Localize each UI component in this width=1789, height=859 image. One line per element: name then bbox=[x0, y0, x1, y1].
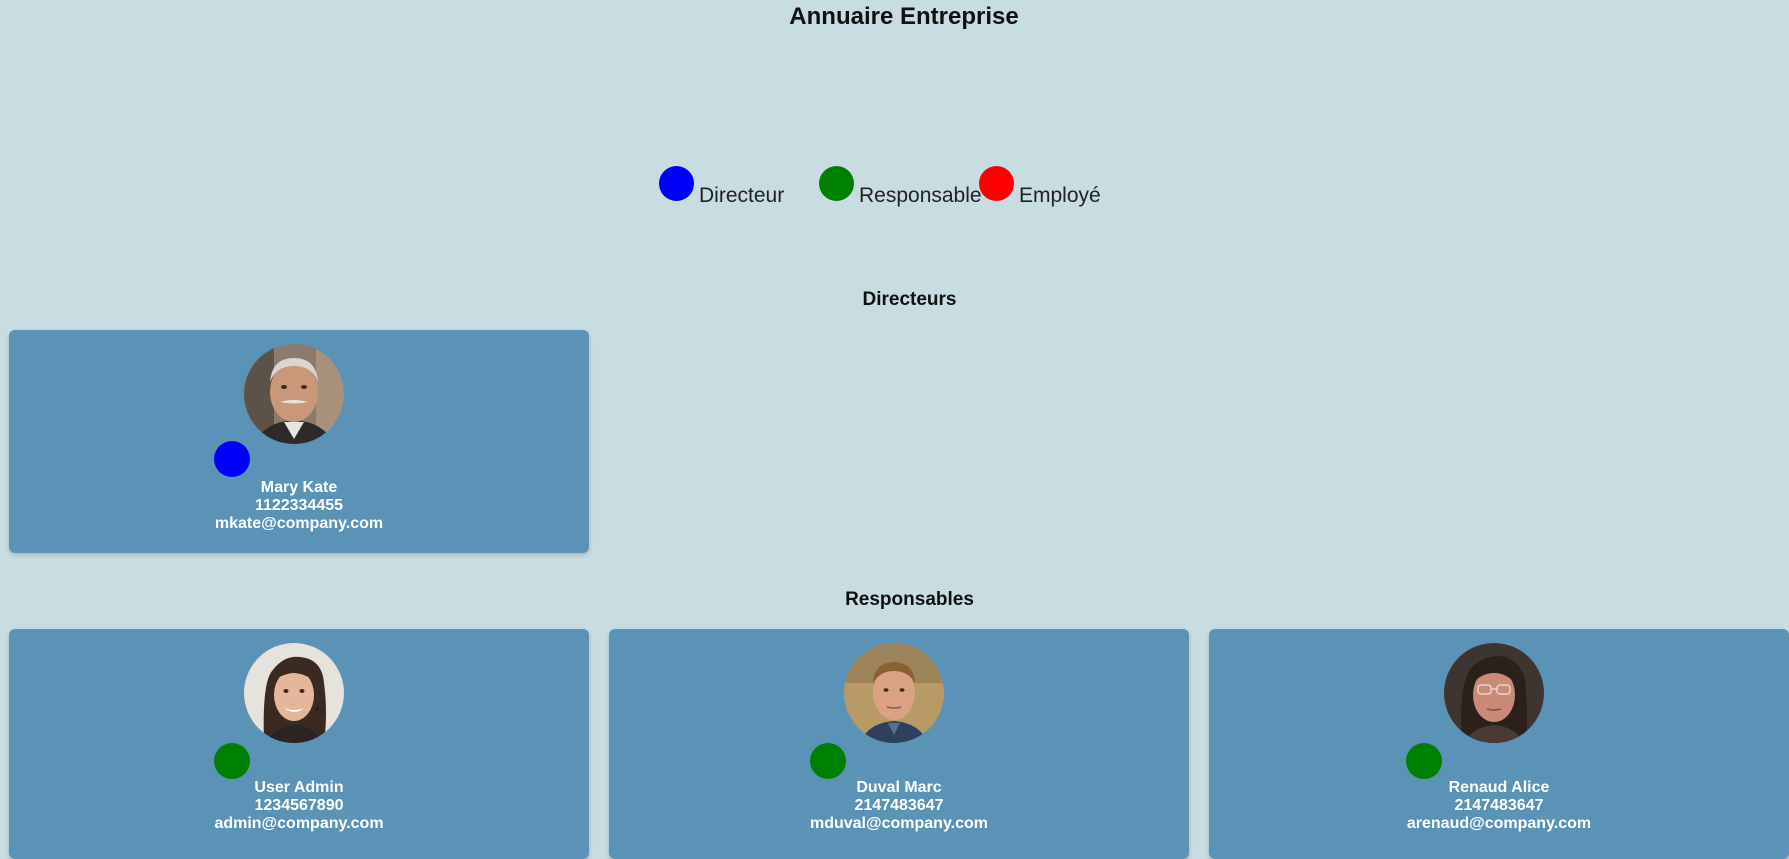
employee-card[interactable]: Duval Marc 2147483647 mduval@company.com bbox=[609, 629, 1189, 859]
section-title-responsables: Responsables bbox=[845, 589, 974, 610]
legend-label-responsable: Responsable bbox=[859, 184, 982, 207]
legend-label-directeur: Directeur bbox=[699, 184, 785, 207]
avatar-older-woman-glasses-icon bbox=[1444, 643, 1544, 743]
section-title-directeurs: Directeurs bbox=[862, 289, 957, 310]
avatar bbox=[244, 344, 344, 444]
employee-name: Duval Marc bbox=[856, 779, 942, 796]
role-indicator-responsable-icon bbox=[810, 743, 846, 779]
employee-info: User Admin 1234567890 admin@company.com bbox=[9, 779, 589, 833]
employee-info: Duval Marc 2147483647 mduval@company.com bbox=[609, 779, 1189, 833]
role-indicator-responsable-icon bbox=[214, 743, 250, 779]
role-indicator-responsable-icon bbox=[1406, 743, 1442, 779]
employe-dot-icon bbox=[979, 166, 1014, 201]
avatar-older-man-icon bbox=[244, 344, 344, 444]
employee-phone: 2147483647 bbox=[1454, 797, 1544, 814]
avatar-woman-dark-hair-icon bbox=[244, 643, 344, 743]
employee-email: arenaud@company.com bbox=[1406, 815, 1592, 832]
legend-label-employe: Employé bbox=[1019, 184, 1101, 207]
employee-phone: 1234567890 bbox=[254, 797, 344, 814]
directeur-dot-icon bbox=[659, 166, 694, 201]
avatar bbox=[1444, 643, 1544, 743]
role-indicator-directeur-icon bbox=[214, 441, 250, 477]
responsable-dot-icon bbox=[819, 166, 854, 201]
role-legend: Directeur Responsable Employé bbox=[0, 166, 1789, 216]
employee-info: Mary Kate 1122334455 mkate@company.com bbox=[9, 479, 589, 533]
employee-email: mkate@company.com bbox=[214, 515, 384, 532]
avatar bbox=[844, 643, 944, 743]
employee-email: mduval@company.com bbox=[809, 815, 988, 832]
avatar bbox=[244, 643, 344, 743]
employee-phone: 2147483647 bbox=[854, 797, 944, 814]
employee-email: admin@company.com bbox=[214, 815, 384, 832]
employee-phone: 1122334455 bbox=[254, 497, 344, 514]
employee-info: Renaud Alice 2147483647 arenaud@company.… bbox=[1209, 779, 1789, 833]
employee-card[interactable]: Renaud Alice 2147483647 arenaud@company.… bbox=[1209, 629, 1789, 859]
employee-name: Renaud Alice bbox=[1448, 779, 1550, 796]
avatar-man-short-hair-icon bbox=[844, 643, 944, 743]
employee-card[interactable]: Mary Kate 1122334455 mkate@company.com bbox=[9, 330, 589, 553]
employee-card[interactable]: User Admin 1234567890 admin@company.com bbox=[9, 629, 589, 859]
employee-name: Mary Kate bbox=[260, 479, 338, 496]
employee-name: User Admin bbox=[254, 779, 344, 796]
page-title: Annuaire Entreprise bbox=[789, 3, 1019, 30]
